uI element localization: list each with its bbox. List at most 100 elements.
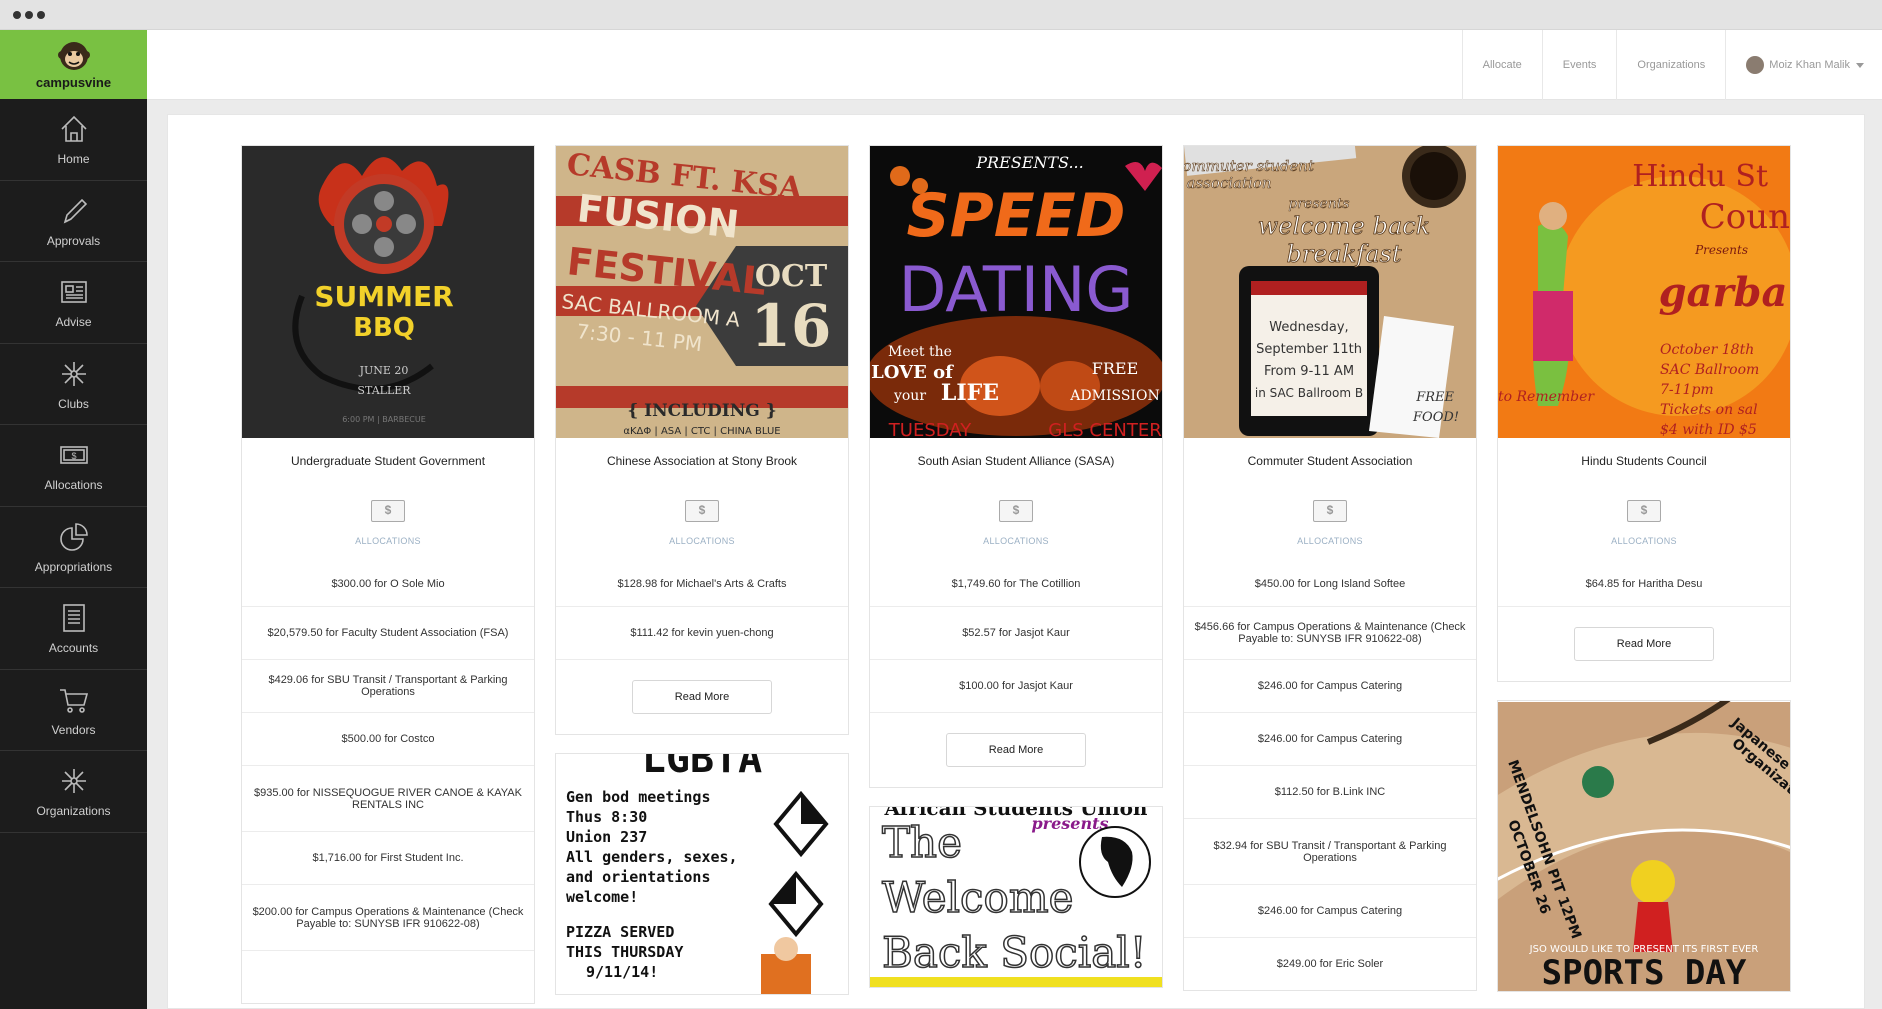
poster-text: THIS THURSDAY — [566, 943, 683, 961]
allocations-label: ALLOCATIONS — [355, 536, 421, 546]
sidebar-item-label: Home — [57, 152, 90, 167]
event-poster[interactable]: commuter student association presents we… — [1184, 146, 1476, 438]
poster-title: DATING — [899, 253, 1134, 326]
poster-title: SPORTS DAY — [1542, 953, 1747, 991]
sidebar-item-home[interactable]: Home — [0, 99, 147, 181]
allocations-label: ALLOCATIONS — [983, 536, 1049, 546]
poster-text: FREE — [1415, 390, 1454, 405]
read-more-button[interactable]: Read More — [1574, 627, 1714, 661]
allocation-row — [242, 950, 534, 1003]
allocation-row: $112.50 for B.Link INC — [1184, 765, 1476, 818]
network-icon — [61, 361, 86, 386]
poster-text: GLS CENTER — [1048, 420, 1161, 438]
poster-text: ADMISSION — [1069, 388, 1159, 404]
money-icon — [999, 500, 1033, 522]
poster-text: Presents — [1694, 243, 1748, 257]
allocation-row: $128.98 for Michael's Arts & Crafts — [617, 578, 787, 590]
allocations-label: ALLOCATIONS — [1611, 536, 1677, 546]
sidebar-item-advise[interactable]: Advise — [0, 262, 147, 344]
poster-date: JUNE 20 — [359, 364, 409, 377]
pie-chart-icon — [59, 522, 88, 551]
org-name[interactable]: South Asian Student Alliance (SASA) — [870, 438, 1162, 500]
column: commuter student association presents we… — [1183, 145, 1477, 1008]
poster-venue: STALLER — [357, 384, 411, 397]
allocation-row: $456.66 for Campus Operations & Maintena… — [1184, 606, 1476, 659]
sidebar-item-label: Vendors — [51, 722, 96, 737]
poster-text: FREE — [1092, 359, 1139, 378]
event-poster[interactable]: Japanese Stu Organization MENDELSOHN PIT… — [1498, 701, 1790, 991]
poster-text: and orientations — [566, 868, 711, 886]
read-more-button[interactable]: Read More — [946, 733, 1086, 767]
events-board: SUMMER BBQ JUNE 20 STALLER 6:00 PM | BAR… — [167, 114, 1865, 1009]
user-name: Moiz Khan Malik — [1769, 59, 1850, 71]
sidebar-item-appropriations[interactable]: Appropriations — [0, 507, 147, 588]
poster-text: to Remember — [1498, 389, 1595, 405]
allocation-row: $500.00 for Costco — [242, 712, 534, 765]
avatar — [1746, 56, 1765, 74]
sidebar-item-label: Organizations — [36, 804, 111, 819]
poster-image: SUMMER BBQ JUNE 20 STALLER 6:00 PM | BAR… — [242, 146, 534, 438]
read-more-button[interactable]: Read More — [632, 680, 772, 714]
poster-day: 16 — [751, 292, 832, 360]
sidebar-item-organizations[interactable]: Organizations — [0, 751, 147, 833]
sidebar-item-allocations[interactable]: $ Allocations — [0, 425, 147, 507]
window-controls[interactable] — [13, 11, 45, 19]
column: Hindu St Coun Presents garba October 18t… — [1497, 145, 1791, 1008]
allocations-header: ALLOCATIONS — [1184, 500, 1476, 562]
allocation-row: $300.00 for O Sole Mio — [331, 578, 445, 590]
event-poster[interactable]: SUMMER BBQ JUNE 20 STALLER 6:00 PM | BAR… — [242, 146, 534, 438]
event-poster[interactable]: CASB FT. KSA FUSION FESTIVAL SAC BALLROO… — [556, 146, 848, 438]
read-more-wrap: Read More — [1498, 606, 1790, 681]
org-name[interactable]: Commuter Student Association — [1184, 438, 1476, 500]
poster-image: commuter student association presents we… — [1184, 146, 1476, 438]
allocation-row: $100.00 for Jasjot Kaur — [870, 659, 1162, 712]
event-poster[interactable]: African Students Union presents The Welc… — [870, 807, 1162, 987]
user-menu[interactable]: Moiz Khan Malik — [1725, 30, 1882, 100]
brand[interactable]: campusvine — [0, 30, 147, 99]
event-card: African Students Union presents The Welc… — [869, 806, 1163, 988]
sidebar-item-clubs[interactable]: Clubs — [0, 344, 147, 425]
poster-month: OCT — [755, 259, 828, 294]
event-card: LGBTA Gen bod meetings Thus 8:30 Union 2… — [555, 753, 849, 995]
column: CASB FT. KSA FUSION FESTIVAL SAC BALLROO… — [555, 145, 849, 1008]
pen-icon — [63, 198, 87, 224]
window-titlebar — [0, 0, 1882, 30]
poster-text: 7-11pm — [1660, 382, 1714, 398]
sidebar-item-accounts[interactable]: Accounts — [0, 588, 147, 670]
sidebar-item-vendors[interactable]: Vendors — [0, 670, 147, 751]
org-name[interactable]: Hindu Students Council — [1498, 438, 1790, 500]
poster-title: SPEED — [907, 181, 1126, 251]
money-icon — [685, 500, 719, 522]
nav-events[interactable]: Events — [1541, 30, 1617, 100]
poster-text: Gen bod meetings — [566, 788, 711, 806]
allocation-row: $429.06 for SBU Transit / Transportant &… — [242, 659, 534, 712]
poster-text: welcome! — [566, 888, 638, 906]
poster-text: Thus 8:30 — [566, 808, 647, 826]
allocation-row: $246.00 for Campus Catering — [1184, 712, 1476, 765]
column: PRESENTS... SPEED DATING Meet the LOVE o… — [869, 145, 1163, 1006]
event-poster[interactable]: Hindu St Coun Presents garba October 18t… — [1498, 146, 1790, 438]
event-poster[interactable]: PRESENTS... SPEED DATING Meet the LOVE o… — [870, 146, 1162, 438]
poster-text: Tickets on sal — [1660, 402, 1758, 418]
allocations-header: ALLOCATIONS — [1498, 500, 1790, 562]
home-icon — [60, 116, 87, 143]
event-card: SUMMER BBQ JUNE 20 STALLER 6:00 PM | BAR… — [241, 145, 535, 1004]
poster-title: breakfast — [1286, 240, 1401, 268]
sidebar-item-approvals[interactable]: Approvals — [0, 181, 147, 262]
network-icon — [61, 769, 86, 794]
allocations-label: ALLOCATIONS — [669, 536, 735, 546]
top-bar: Allocate Events Organizations Moiz Khan … — [147, 30, 1882, 100]
nav-organizations[interactable]: Organizations — [1616, 30, 1725, 100]
org-name[interactable]: Undergraduate Student Government — [242, 438, 534, 500]
poster-text: presents — [1288, 196, 1349, 212]
poster-title: The — [882, 818, 962, 867]
ledger-icon — [62, 604, 85, 633]
allocation-row: $52.57 for Jasjot Kaur — [870, 606, 1162, 659]
allocations-label: ALLOCATIONS — [1297, 536, 1363, 546]
org-name[interactable]: Chinese Association at Stony Brook — [556, 438, 848, 500]
money-icon: $ — [59, 446, 88, 465]
nav-allocate[interactable]: Allocate — [1461, 30, 1542, 100]
event-poster[interactable]: LGBTA Gen bod meetings Thus 8:30 Union 2… — [556, 754, 848, 994]
poster-title: Welcome — [882, 873, 1074, 922]
sidebar-item-label: Accounts — [48, 641, 99, 656]
